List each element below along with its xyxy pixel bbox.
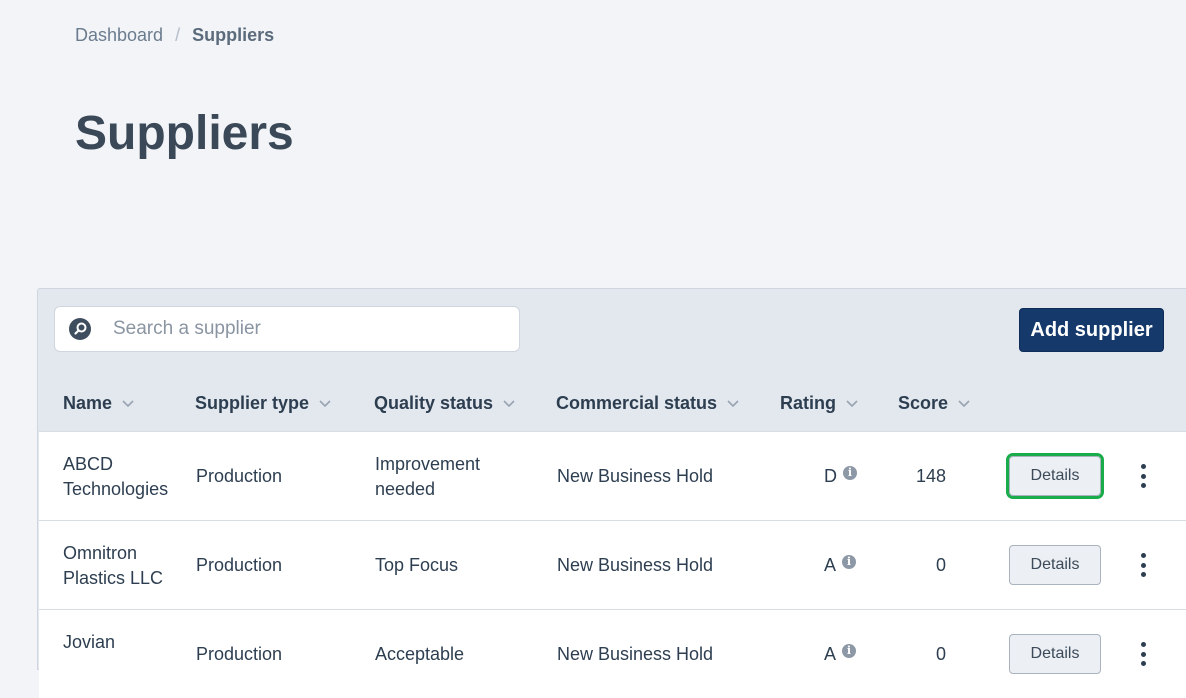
quality-status: Improvement needed — [375, 452, 480, 502]
table-row[interactable]: Jovian Production Acceptable New Busines… — [39, 609, 1186, 698]
column-header-label: Commercial status — [556, 393, 718, 413]
search-input[interactable] — [111, 317, 519, 341]
column-header-supplier-type[interactable]: Supplier type — [195, 393, 331, 414]
supplier-name-line: Technologies — [63, 479, 169, 499]
rating-cell: A i — [824, 642, 857, 667]
supplier-name: ABCD Technologies — [63, 452, 168, 502]
rating-cell: D i — [824, 464, 857, 489]
column-header-label: Name — [63, 393, 113, 413]
search-icon — [69, 318, 91, 340]
chevron-down-icon — [958, 399, 970, 407]
more-vertical-icon[interactable] — [1139, 553, 1147, 577]
page-title: Suppliers — [75, 107, 294, 160]
commercial-status: New Business Hold — [557, 555, 714, 575]
table-row[interactable]: ABCD Technologies Production Improvement… — [39, 431, 1186, 520]
more-vertical-icon[interactable] — [1139, 642, 1147, 666]
supplier-name-line: Jovian — [63, 632, 116, 652]
breadcrumb: Dashboard / Suppliers — [75, 25, 274, 46]
quality-status: Top Focus — [375, 555, 459, 575]
details-button[interactable]: Details — [1009, 634, 1101, 674]
supplier-name-line: Plastics LLC — [63, 568, 164, 588]
chevron-down-icon — [122, 399, 134, 407]
supplier-name-line: ABCD — [63, 454, 114, 474]
chevron-down-icon — [727, 399, 739, 407]
column-header-name[interactable]: Name — [63, 393, 134, 414]
supplier-name: Omnitron Plastics LLC — [63, 541, 163, 591]
breadcrumb-dashboard[interactable]: Dashboard — [75, 25, 163, 46]
chevron-down-icon — [846, 399, 858, 407]
quality-status-line: needed — [375, 479, 436, 499]
rating-value: A — [824, 555, 837, 575]
rating-value: A — [824, 644, 837, 664]
supplier-type: Production — [196, 644, 283, 664]
score-value: 0 — [936, 555, 947, 575]
column-header-quality-status[interactable]: Quality status — [374, 393, 515, 414]
details-button[interactable]: Details — [1009, 545, 1101, 585]
column-header-label: Rating — [780, 393, 836, 413]
search-box[interactable] — [54, 306, 520, 352]
rating-value: D — [824, 466, 837, 486]
column-header-score[interactable]: Score — [898, 393, 970, 414]
commercial-status: New Business Hold — [557, 466, 714, 486]
info-icon[interactable]: i — [843, 465, 857, 480]
column-header-rating[interactable]: Rating — [780, 393, 858, 414]
quality-status-line: Improvement — [375, 454, 481, 474]
quality-status: Acceptable — [375, 644, 465, 664]
chevron-down-icon — [503, 399, 515, 407]
column-header-commercial-status[interactable]: Commercial status — [556, 393, 739, 414]
column-header-label: Score — [898, 393, 949, 413]
column-header-label: Supplier type — [195, 393, 310, 413]
commercial-status: New Business Hold — [557, 644, 714, 664]
breadcrumb-current: Suppliers — [192, 25, 275, 45]
details-button[interactable]: Details — [1006, 453, 1104, 499]
score-value: 148 — [916, 466, 947, 486]
score-value: 0 — [936, 644, 947, 664]
supplier-name-line: Omnitron — [63, 543, 138, 563]
column-header-label: Quality status — [374, 393, 494, 413]
suppliers-panel: Add supplier Name Supplier type Quality … — [37, 288, 1186, 698]
supplier-type: Production — [196, 466, 283, 486]
chevron-down-icon — [319, 399, 331, 407]
rating-cell: A i — [824, 553, 857, 578]
breadcrumb-separator: / — [175, 25, 181, 45]
supplier-type: Production — [196, 555, 283, 575]
more-vertical-icon[interactable] — [1139, 464, 1147, 488]
supplier-name: Jovian — [63, 630, 115, 655]
table-row[interactable]: Omnitron Plastics LLC Production Top Foc… — [39, 520, 1186, 609]
add-supplier-button[interactable]: Add supplier — [1019, 308, 1164, 352]
info-icon[interactable]: i — [842, 643, 857, 658]
info-icon[interactable]: i — [842, 554, 857, 569]
